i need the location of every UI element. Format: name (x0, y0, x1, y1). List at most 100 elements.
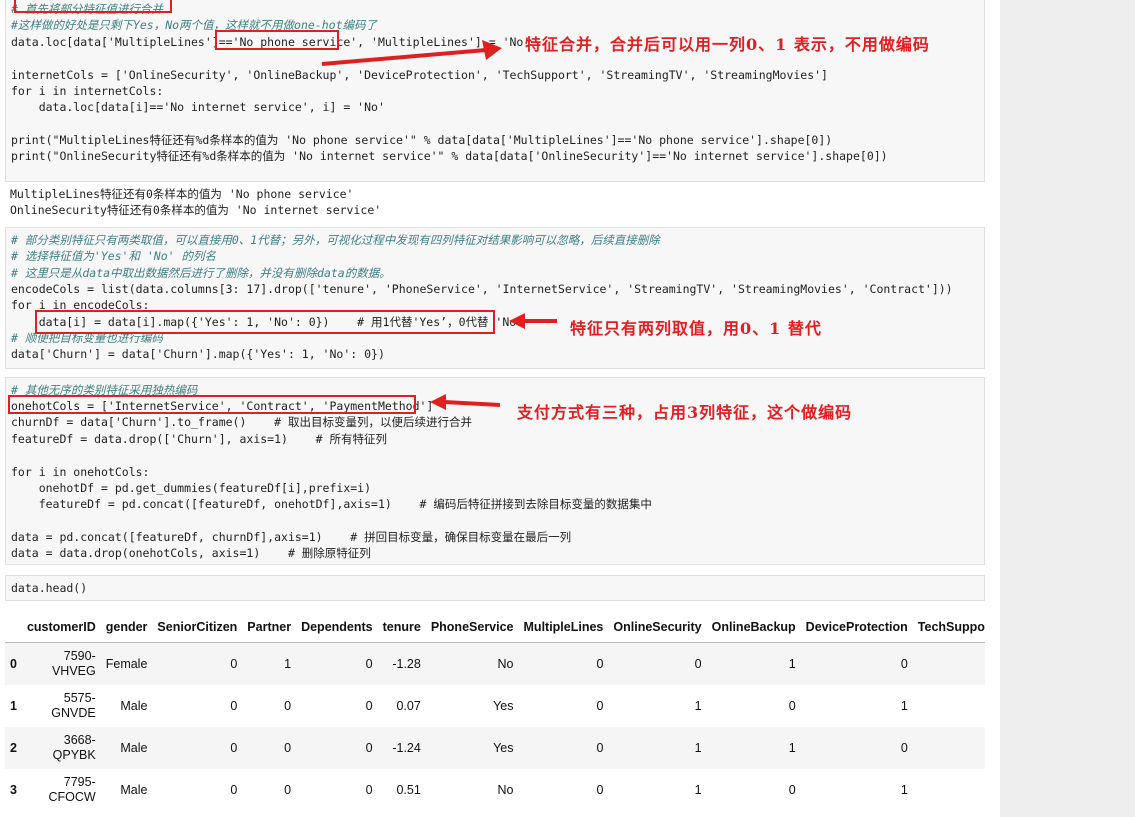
table-cell: 0 (230, 656, 238, 671)
table-cell: -1.28 (392, 656, 421, 671)
column-header: Partner (242, 612, 297, 643)
table-cell (913, 769, 985, 811)
row-index: 1 (10, 698, 17, 713)
code-line: featureDf = pd.concat([featureDf, onehot… (11, 497, 652, 511)
table-cell: 0 (788, 782, 796, 797)
table-cell: 1 (900, 698, 908, 713)
column-header: PhoneService (425, 612, 519, 643)
code-line: featureDf = data.drop(['Churn'], axis=1)… (11, 432, 387, 446)
dataframe-table: customerID gender SeniorCitizen Partner Depe… (5, 612, 985, 811)
column-header (5, 612, 22, 643)
table-cell: Yes (493, 698, 514, 713)
highlight-box (8, 395, 416, 414)
code-line: encodeCols = list(data.columns[3: 17].dr… (11, 282, 953, 296)
code-line: data = data.drop(onehotCols, axis=1) # 删… (11, 546, 371, 560)
table-cell (913, 727, 985, 769)
table-cell: 0 (284, 782, 292, 797)
table-cell: Male (120, 698, 148, 713)
row-index: 2 (10, 740, 17, 755)
table-cell (913, 643, 985, 686)
table-cell: 1 (694, 698, 702, 713)
annotation-note: 特征合并，合并后可以用一列0、1 表示，不用做编码 (525, 35, 930, 54)
table-cell: 1 (788, 656, 796, 671)
table-cell: No (497, 656, 514, 671)
code-line: data = pd.concat([featureDf, churnDf],ax… (11, 530, 572, 544)
output-line: MultipleLines特征还有0条样本的值为 'No phone servi… (10, 187, 354, 201)
code-line: data['Churn'] = data['Churn'].map({'Yes'… (11, 347, 385, 361)
table-cell: 0.51 (396, 782, 421, 797)
table-cell: 0 (596, 782, 604, 797)
column-header: customerID (21, 612, 101, 643)
table-row: 2 3668- QPYBK Male 0 0 0 -1.24 Yes 0 1 1 0 (5, 727, 985, 769)
code-line: # 部分类别特征只有两类取值，可以直接用0、1代替；另外，可视化过程中发现有四列… (11, 233, 660, 247)
table-cell: Female (105, 656, 148, 671)
code-line: churnDf = data['Churn'].to_frame() # 取出目… (11, 415, 472, 429)
table-cell: 0 (596, 656, 604, 671)
table-cell: 0 (284, 740, 292, 755)
highlight-box (14, 0, 172, 13)
column-header: Dependents (296, 612, 378, 643)
highlight-box (35, 310, 495, 334)
code-line: # 选择特征值为'Yes'和 'No' 的列名 (11, 249, 217, 263)
table-cell: 0 (230, 698, 238, 713)
table-header-row: customerID gender SeniorCitizen Partner Depe… (5, 612, 985, 643)
table-row: 1 5575- GNVDE Male 0 0 0 0.07 Yes 0 1 0 1 (5, 685, 985, 727)
code-cell-merge[interactable]: # 首先将部分特征值进行合并 #这样做的好处是只剩下Yes，No两个值，这样就不… (5, 0, 985, 182)
table-cell: 5575- GNVDE (51, 691, 96, 720)
table-cell: 1 (284, 656, 292, 671)
table-cell: 0 (230, 782, 238, 797)
dataframe-output: customerID gender SeniorCitizen Partner Depe… (5, 612, 985, 817)
table-row: 3 7795- CFOCW Male 0 0 0 0.51 No 0 1 0 1 (5, 769, 985, 811)
table-cell: No (497, 782, 514, 797)
code-line: onehotDf = pd.get_dummies(featureDf[i],p… (11, 481, 372, 495)
column-header: MultipleLines (518, 612, 609, 643)
table-cell: 0 (596, 740, 604, 755)
table-cell: 0.07 (396, 698, 421, 713)
code-line: # 这里只是从data中取出数据然后进行了删除，并没有删除data的数据。 (11, 266, 391, 280)
table-cell: 1 (788, 740, 796, 755)
table-cell: -1.24 (392, 740, 421, 755)
code-line: print("OnlineSecurity特征还有%d条样本的值为 'No in… (11, 149, 888, 163)
table-cell: 0 (365, 782, 373, 797)
table-cell: 0 (694, 656, 702, 671)
table-cell: 7590- VHVEG (51, 649, 96, 678)
table-cell: 0 (596, 698, 604, 713)
table-cell: 7795- CFOCW (48, 775, 96, 804)
table-cell: 1 (694, 740, 702, 755)
column-header: SeniorCitizen (152, 612, 243, 643)
code-cell-head[interactable]: data.head() (5, 575, 985, 601)
arrow-icon (509, 313, 557, 329)
table-cell: 0 (284, 698, 292, 713)
arrow-icon (430, 394, 501, 410)
table-cell: 1 (694, 782, 702, 797)
code-cell-encode[interactable]: # 部分类别特征只有两类取值，可以直接用0、1代替；另外，可视化过程中发现有四列… (5, 227, 985, 369)
column-header: DeviceProtection (800, 612, 913, 643)
table-cell: 0 (788, 698, 796, 713)
table-cell: 0 (900, 656, 908, 671)
table-row: 0 7590- VHVEG Female 0 1 0 -1.28 No 0 0 1 0 (5, 642, 985, 686)
table-cell: Male (120, 782, 148, 797)
output-area: MultipleLines特征还有0条样本的值为 'No phone servi… (5, 186, 985, 222)
code-line: for i in internetCols: (11, 84, 164, 98)
table-cell: 3668- QPYBK (52, 733, 96, 762)
annotation-note: 支付方式有三种，占用3列特征，这个做编码 (517, 403, 853, 422)
code-line: data.head() (11, 581, 88, 595)
column-header: OnlineBackup (706, 612, 801, 643)
column-header: tenure (377, 612, 426, 643)
annotation-note: 特征只有两列取值，用0、1 替代 (570, 319, 822, 338)
code-line: for i in onehotCols: (11, 465, 150, 479)
code-line: data.loc[data[i]=='No internet service',… (11, 100, 385, 114)
table-cell: 0 (365, 698, 373, 713)
table-cell: 0 (230, 740, 238, 755)
code-line: print("MultipleLines特征还有%d条样本的值为 'No pho… (11, 133, 833, 147)
table-cell: Male (120, 740, 148, 755)
table-cell: 0 (365, 656, 373, 671)
table-cell: 0 (365, 740, 373, 755)
row-index: 0 (10, 656, 17, 671)
arrow-icon (321, 40, 502, 66)
table-cell (913, 685, 985, 727)
right-gutter (1000, 0, 1135, 817)
column-header: OnlineSecurity (608, 612, 707, 643)
row-index: 3 (10, 782, 17, 797)
column-header: TechSuppo (912, 612, 985, 643)
